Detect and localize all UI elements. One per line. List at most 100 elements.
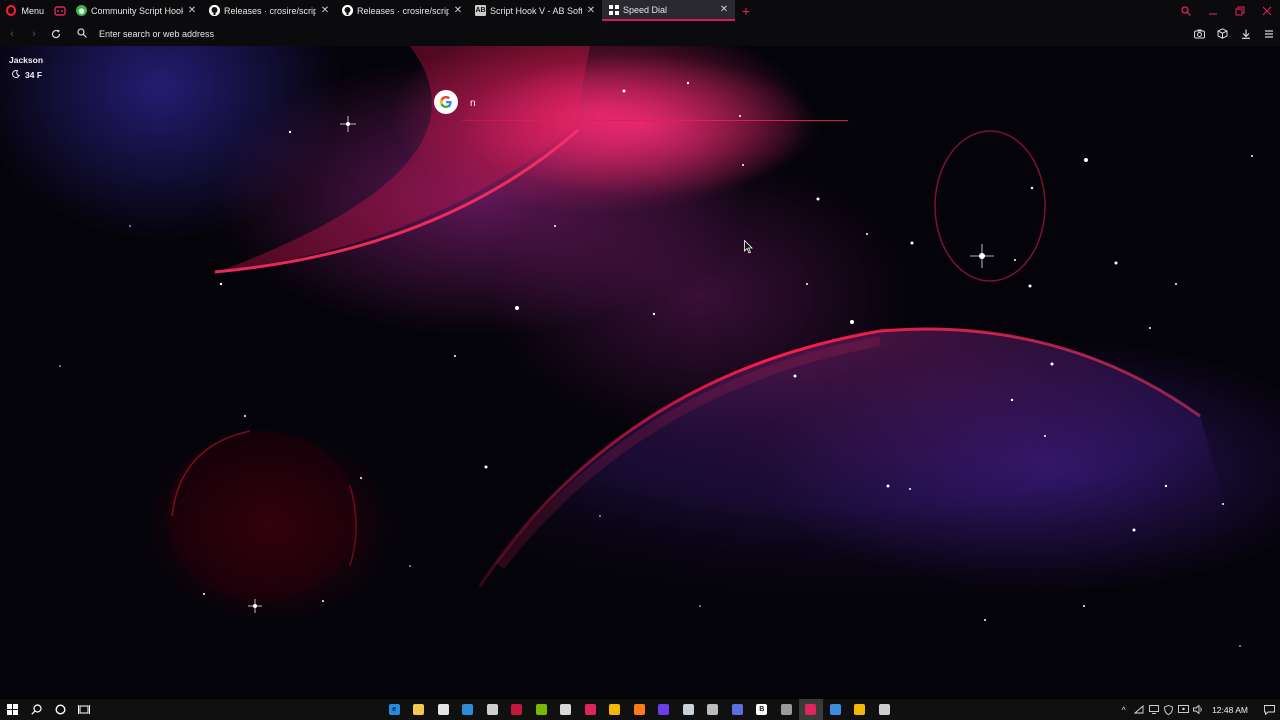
taskbar-app-app-yellow-2-icon[interactable] bbox=[848, 699, 873, 720]
nvidia-icon bbox=[535, 704, 547, 715]
file-explorer-icon bbox=[413, 704, 425, 715]
system-tray: ^ 12:48 AM bbox=[1116, 699, 1280, 720]
windows-taskbar: eB ^ 12:48 AM bbox=[0, 699, 1280, 720]
download-icon[interactable] bbox=[1234, 29, 1257, 39]
address-input[interactable] bbox=[97, 27, 497, 40]
mouse-cursor-icon bbox=[744, 240, 753, 254]
notification-center-icon[interactable] bbox=[1258, 704, 1280, 715]
taskbar-app-bbedit-icon[interactable]: B bbox=[750, 699, 775, 720]
windows-start-icon[interactable] bbox=[0, 699, 24, 720]
community-favicon-icon: ◉ bbox=[76, 5, 87, 16]
app-window-icon bbox=[829, 704, 841, 715]
gx-control-icon[interactable] bbox=[50, 0, 70, 21]
opera-logo-icon bbox=[6, 5, 17, 16]
close-window-icon[interactable] bbox=[1253, 6, 1280, 16]
taskbar-app-store-icon[interactable] bbox=[431, 699, 456, 720]
moon-icon bbox=[12, 70, 20, 80]
search-input[interactable] bbox=[470, 95, 770, 111]
space-wallpaper bbox=[59, 46, 1280, 699]
weather-widget[interactable]: Jackson 34 F bbox=[9, 55, 43, 80]
taskbar-app-app-blue-icon[interactable] bbox=[725, 699, 750, 720]
speed-dial-grid-icon bbox=[608, 4, 619, 15]
drop-icon bbox=[560, 704, 572, 715]
network-icon[interactable] bbox=[1131, 705, 1146, 714]
tab-title: Releases · crosire/scripthook bbox=[224, 5, 316, 16]
taskbar-app-app-window-icon[interactable] bbox=[823, 699, 848, 720]
app-red-blue-icon bbox=[658, 704, 670, 715]
xbox-icon bbox=[486, 704, 498, 715]
taskbar-app-app-yellow-icon[interactable] bbox=[603, 699, 628, 720]
wifi-icon[interactable] bbox=[1176, 705, 1191, 714]
minimize-icon[interactable] bbox=[1199, 6, 1226, 16]
tab-community-script-hook[interactable]: ◉ Community Script Hook V ✕ bbox=[70, 0, 203, 21]
taskbar-app-edge-icon[interactable]: e bbox=[382, 699, 407, 720]
mail-icon bbox=[462, 704, 474, 715]
tab-close-icon[interactable]: ✕ bbox=[719, 4, 729, 15]
tab-title: Releases · crosire/scripthook bbox=[357, 5, 449, 16]
forward-icon[interactable]: › bbox=[23, 23, 45, 45]
taskbar-app-drop-icon[interactable] bbox=[554, 699, 579, 720]
store-icon bbox=[437, 704, 449, 715]
tab-close-icon[interactable]: ✕ bbox=[586, 5, 596, 16]
settings-icon bbox=[878, 704, 890, 715]
opera-menu-button[interactable]: Menu bbox=[0, 0, 50, 21]
taskbar-clock[interactable]: 12:48 AM bbox=[1206, 705, 1258, 715]
obs-icon bbox=[707, 704, 719, 715]
back-icon[interactable]: ‹ bbox=[1, 23, 23, 45]
weather-city: Jackson bbox=[9, 55, 44, 65]
edge-icon: e bbox=[388, 704, 400, 715]
tab-close-icon[interactable]: ✕ bbox=[453, 5, 463, 16]
tab-search-icon[interactable] bbox=[1172, 5, 1199, 16]
firefox-icon bbox=[633, 704, 645, 715]
app-yellow-2-icon bbox=[854, 704, 866, 715]
github-icon bbox=[209, 5, 220, 16]
menu-label: Menu bbox=[21, 5, 44, 16]
search-underline bbox=[462, 120, 848, 121]
chevron-up-icon[interactable]: ^ bbox=[1116, 705, 1131, 715]
tab-speed-dial[interactable]: Speed Dial ✕ bbox=[602, 0, 735, 21]
tab-strip: Menu ◉ Community Script Hook V ✕ Release… bbox=[0, 0, 1280, 21]
taskbar-app-file-explorer-icon[interactable] bbox=[407, 699, 432, 720]
opera-gx-active-icon bbox=[805, 704, 817, 715]
taskbar-app-app-gray-icon[interactable] bbox=[774, 699, 799, 720]
taskbar-app-firefox-icon[interactable] bbox=[627, 699, 652, 720]
tab-close-icon[interactable]: ✕ bbox=[187, 5, 197, 16]
taskbar-app-opera-gx-active-icon[interactable] bbox=[798, 699, 823, 720]
tab-ab-software[interactable]: AB Script Hook V - AB Software ✕ bbox=[469, 0, 602, 21]
new-tab-button[interactable]: + bbox=[735, 0, 757, 21]
app-blue-icon bbox=[731, 704, 743, 715]
taskbar-app-steam-icon[interactable] bbox=[676, 699, 701, 720]
speed-dial-page: Jackson 34 F bbox=[0, 46, 1280, 699]
tab-close-icon[interactable]: ✕ bbox=[320, 5, 330, 16]
taskbar-app-xbox-icon[interactable] bbox=[480, 699, 505, 720]
extensions-cube-icon[interactable] bbox=[1211, 28, 1234, 39]
speed-dial-search bbox=[434, 90, 848, 122]
taskbar-app-app-red-blue-icon[interactable] bbox=[652, 699, 677, 720]
camera-icon[interactable] bbox=[1188, 29, 1211, 39]
taskbar-app-app-red-icon[interactable] bbox=[505, 699, 530, 720]
restore-icon[interactable] bbox=[1226, 6, 1253, 16]
easy-setup-menu-icon[interactable] bbox=[1257, 29, 1280, 39]
taskbar-apps: eB bbox=[382, 699, 897, 720]
monitor-icon[interactable] bbox=[1146, 705, 1161, 714]
shield-icon[interactable] bbox=[1161, 704, 1176, 715]
opera-gx-icon bbox=[584, 704, 596, 715]
reload-icon[interactable] bbox=[45, 23, 67, 45]
taskbar-app-opera-gx-icon[interactable] bbox=[578, 699, 603, 720]
app-red-icon bbox=[511, 704, 523, 715]
search-icon[interactable] bbox=[24, 699, 48, 720]
tab-releases-1[interactable]: Releases · crosire/scripthook ✕ bbox=[203, 0, 336, 21]
cortana-icon[interactable] bbox=[48, 699, 72, 720]
tab-title: Script Hook V - AB Software bbox=[490, 5, 582, 16]
task-view-icon[interactable] bbox=[72, 699, 96, 720]
address-field[interactable] bbox=[77, 27, 1077, 40]
google-logo-icon[interactable] bbox=[434, 90, 458, 114]
app-gray-icon bbox=[780, 704, 792, 715]
volume-icon[interactable] bbox=[1191, 705, 1206, 714]
taskbar-app-settings-icon[interactable] bbox=[872, 699, 897, 720]
taskbar-app-nvidia-icon[interactable] bbox=[529, 699, 554, 720]
taskbar-app-obs-icon[interactable] bbox=[701, 699, 726, 720]
tab-releases-2[interactable]: Releases · crosire/scripthook ✕ bbox=[336, 0, 469, 21]
weather-temperature: 34 F bbox=[25, 70, 43, 80]
taskbar-app-mail-icon[interactable] bbox=[456, 699, 481, 720]
